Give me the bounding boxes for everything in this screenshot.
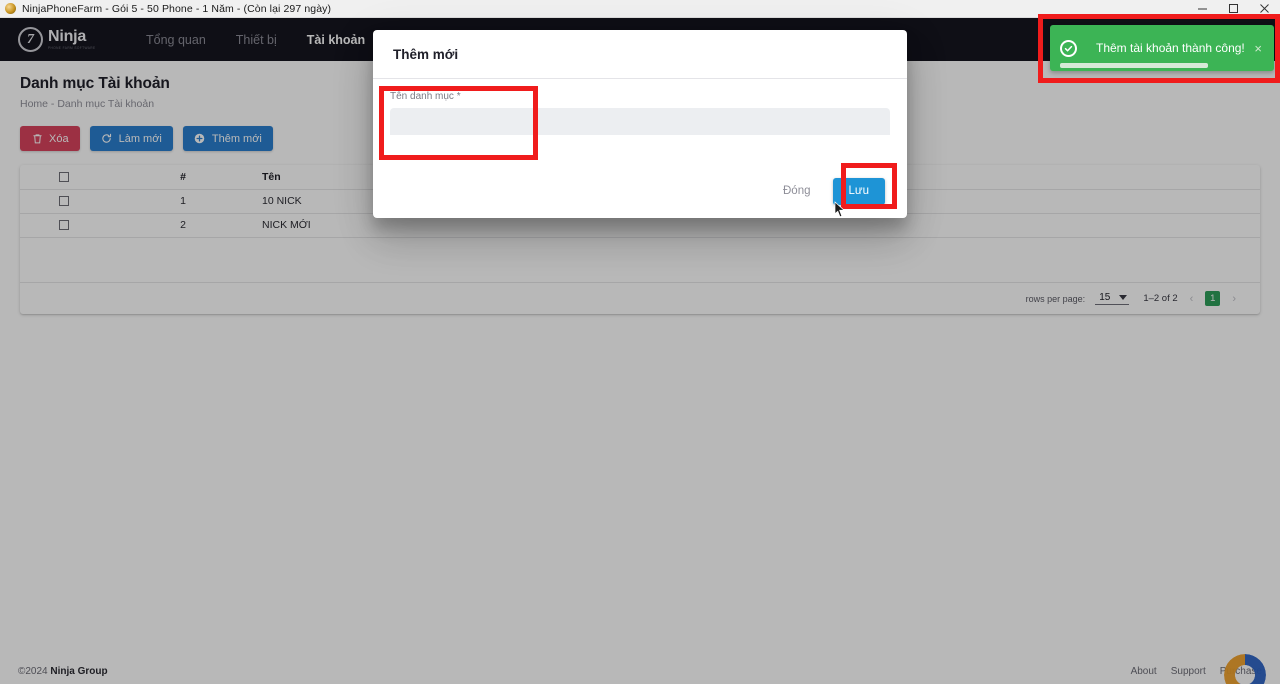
window-controls [1187, 0, 1280, 18]
dialog-title: Thêm mới [393, 46, 459, 62]
close-icon[interactable] [1249, 0, 1280, 18]
category-name-input[interactable] [390, 108, 890, 135]
check-circle-icon [1060, 39, 1077, 57]
minimize-icon[interactable] [1187, 0, 1218, 18]
window-title-bar: NinjaPhoneFarm - Gói 5 - 50 Phone - 1 Nă… [0, 0, 1280, 18]
mouse-cursor [834, 201, 846, 218]
app-icon [5, 3, 16, 14]
dialog-body: Tên danh mục * [373, 79, 907, 164]
success-toast[interactable]: Thêm tài khoản thành công! × [1050, 25, 1274, 71]
application-window: NinjaPhoneFarm - Gói 5 - 50 Phone - 1 Nă… [0, 0, 1280, 684]
dialog-close-button[interactable]: Đóng [773, 179, 821, 203]
category-name-label-text: Tên danh mục [390, 91, 454, 102]
add-new-dialog: Thêm mới Tên danh mục * Đóng Lưu [373, 30, 907, 218]
maximize-icon[interactable] [1218, 0, 1249, 18]
dialog-footer: Đóng Lưu [373, 164, 907, 218]
dialog-header: Thêm mới [373, 30, 907, 79]
toast-progress-bar [1060, 63, 1208, 68]
required-mark: * [456, 91, 461, 102]
window-title: NinjaPhoneFarm - Gói 5 - 50 Phone - 1 Nă… [22, 2, 332, 15]
toast-message: Thêm tài khoản thành công! [1096, 41, 1245, 55]
category-name-label: Tên danh mục * [390, 91, 890, 102]
toast-close-icon[interactable]: × [1254, 41, 1264, 56]
